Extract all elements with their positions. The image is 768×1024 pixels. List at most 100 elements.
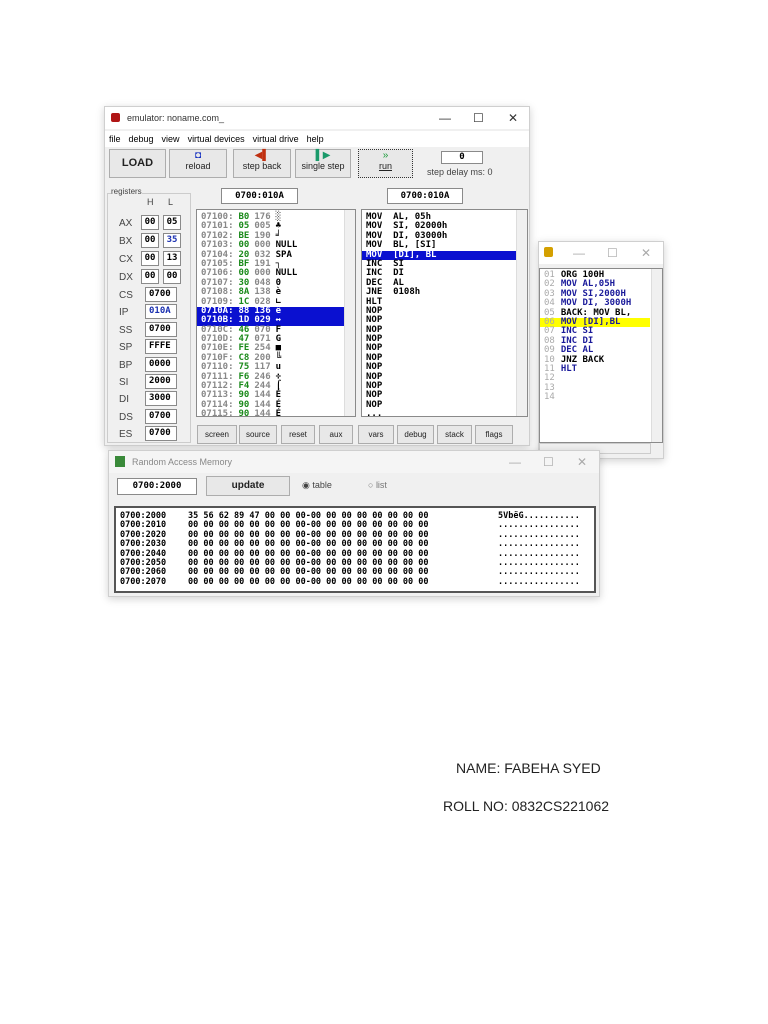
- source-line[interactable]: 13: [540, 383, 662, 393]
- register-label: BP: [119, 359, 133, 371]
- memory-address-field[interactable]: 0700:010A: [221, 188, 298, 204]
- menu-file[interactable]: file: [109, 134, 121, 144]
- maximize-icon[interactable]: ☐: [473, 111, 484, 125]
- register-ip[interactable]: 010A: [145, 304, 177, 320]
- disassembly-row[interactable]: JNE 0108h: [362, 287, 527, 297]
- register-ss[interactable]: 0700: [145, 321, 177, 337]
- minimize-icon[interactable]: —: [439, 111, 451, 125]
- run-label: run: [378, 161, 392, 171]
- source-close-icon[interactable]: ✕: [641, 246, 651, 260]
- ram-table[interactable]: 0700:2000 35 56 62 89 47 00 00 00-00 00 0…: [114, 506, 596, 593]
- register-di[interactable]: 3000: [145, 391, 177, 407]
- register-ax-low[interactable]: 05: [163, 215, 181, 230]
- menu-virtual-devices[interactable]: virtual devices: [188, 134, 245, 144]
- source-scrollbar[interactable]: [651, 269, 662, 442]
- register-cs[interactable]: 0700: [145, 287, 177, 302]
- list-radio[interactable]: ○ list: [368, 480, 387, 490]
- step-delay-input[interactable]: 0: [441, 151, 483, 164]
- register-sp[interactable]: FFFE: [145, 339, 177, 355]
- disassembly-row[interactable]: NOP: [362, 372, 527, 382]
- step-back-button[interactable]: ◀▌ step back: [233, 149, 291, 178]
- table-radio[interactable]: ◉ table: [302, 480, 332, 491]
- source-minimize-icon[interactable]: —: [573, 246, 585, 260]
- disassembly-row[interactable]: NOP: [362, 315, 527, 325]
- menu-view[interactable]: view: [162, 134, 180, 144]
- source-line[interactable]: 10 JNZ BACK: [540, 355, 662, 365]
- disassembly-row[interactable]: NOP: [362, 391, 527, 401]
- source-line[interactable]: 14: [540, 392, 662, 402]
- register-dx-high[interactable]: 00: [141, 269, 159, 284]
- register-si[interactable]: 2000: [145, 374, 177, 389]
- screen-button[interactable]: screen: [197, 425, 237, 444]
- register-cx-low[interactable]: 13: [163, 251, 181, 266]
- source-line[interactable]: 07 INC SI: [540, 327, 662, 336]
- ram-ascii: ................: [498, 576, 580, 587]
- source-line[interactable]: 08 INC DI: [540, 336, 662, 346]
- register-label: IP: [119, 307, 129, 319]
- register-ds[interactable]: 0700: [145, 408, 177, 424]
- memory-hex: 00: [238, 268, 250, 279]
- ram-maximize-icon[interactable]: ☐: [543, 455, 554, 469]
- reload-button[interactable]: ◘ reload: [169, 149, 227, 178]
- reset-button[interactable]: reset: [281, 425, 315, 444]
- disassembly-row[interactable]: NOP: [362, 353, 527, 363]
- ram-address-field[interactable]: 0700:2000: [117, 478, 197, 495]
- memory-hex: 75: [238, 362, 250, 373]
- disassembly-row[interactable]: NOP: [362, 344, 527, 354]
- source-line[interactable]: 06 MOV [DI],BL: [540, 317, 650, 328]
- source-window: — ☐ ✕ 01 ORG 100H 02 MOV AL,05H 03 MOV SI,200…: [538, 241, 664, 459]
- source-editor[interactable]: 01 ORG 100H 02 MOV AL,05H 03 MOV SI,2000H 04 MO…: [539, 268, 663, 443]
- memory-char: NULL: [275, 268, 298, 279]
- aux-button[interactable]: aux: [319, 425, 353, 444]
- vars-button[interactable]: vars: [358, 425, 394, 444]
- register-label: SP: [119, 342, 133, 354]
- disasm-address-field[interactable]: 0700:010A: [387, 188, 463, 204]
- disassembly-row[interactable]: NOP: [362, 306, 527, 316]
- menu-debug[interactable]: debug: [129, 134, 154, 144]
- source-button[interactable]: source: [239, 425, 277, 444]
- register-es[interactable]: 0700: [145, 426, 177, 442]
- disassembly-row[interactable]: NOP: [362, 362, 527, 372]
- emulator-window: emulator: noname.com_ — ☐ ✕ file debug v…: [104, 106, 530, 446]
- close-icon[interactable]: ✕: [508, 111, 518, 125]
- disassembly-row[interactable]: NOP: [362, 400, 527, 410]
- register-bp[interactable]: 0000: [145, 356, 177, 372]
- debug-button[interactable]: debug: [397, 425, 434, 444]
- single-step-button[interactable]: ▌▶ single step: [295, 149, 351, 178]
- ram-title: Random Access Memory: [132, 457, 233, 467]
- ram-close-icon[interactable]: ✕: [577, 455, 587, 469]
- register-cx-high[interactable]: 00: [141, 251, 159, 266]
- memory-scrollbar[interactable]: [344, 210, 355, 416]
- register-dx-low[interactable]: 00: [163, 269, 181, 284]
- disassembly-scrollbar[interactable]: [516, 210, 527, 416]
- load-button[interactable]: LOAD: [109, 149, 166, 178]
- source-maximize-icon[interactable]: ☐: [607, 246, 618, 260]
- ram-minimize-icon[interactable]: —: [509, 455, 521, 469]
- disassembly-row[interactable]: HLT: [362, 297, 527, 307]
- source-line[interactable]: 11 HLT: [540, 364, 662, 374]
- register-label: DS: [119, 411, 133, 423]
- memory-decimal: 029: [254, 315, 271, 326]
- menu-virtual-drive[interactable]: virtual drive: [253, 134, 299, 144]
- disassembly-list[interactable]: MOV AL, 05h MOV SI, 02000h MOV DI, 03000h M…: [361, 209, 528, 417]
- roll-number: ROLL NO: 0832CS221062: [443, 798, 610, 814]
- memory-row[interactable]: 07115: 90 144 É: [197, 410, 355, 416]
- flags-button[interactable]: flags: [475, 425, 513, 444]
- disassembly-row[interactable]: ...: [362, 409, 527, 416]
- ram-row: 0700:2070 00 00 00 00 00 00 00 00-00 00 0…: [116, 576, 594, 587]
- memory-list[interactable]: 07100: B0 176 ░ 07101: 05 005 ♣ 07102: BE 190 ╛ 0710…: [196, 209, 356, 417]
- run-button[interactable]: » run: [358, 149, 413, 178]
- disassembly-row[interactable]: NOP: [362, 325, 527, 335]
- stack-button[interactable]: stack: [437, 425, 472, 444]
- register-ax-high[interactable]: 00: [141, 215, 159, 230]
- menu-help[interactable]: help: [307, 134, 324, 144]
- update-button[interactable]: update: [206, 476, 290, 496]
- register-bx-high[interactable]: 00: [141, 233, 159, 248]
- disassembly-row[interactable]: NOP: [362, 381, 527, 391]
- register-bx-low[interactable]: 35: [163, 233, 181, 248]
- memory-char: ■: [275, 343, 282, 354]
- register-label: SI: [119, 377, 129, 388]
- source-line[interactable]: 12: [540, 374, 662, 383]
- h-label: H: [147, 197, 154, 207]
- disassembly-row[interactable]: NOP: [362, 334, 527, 344]
